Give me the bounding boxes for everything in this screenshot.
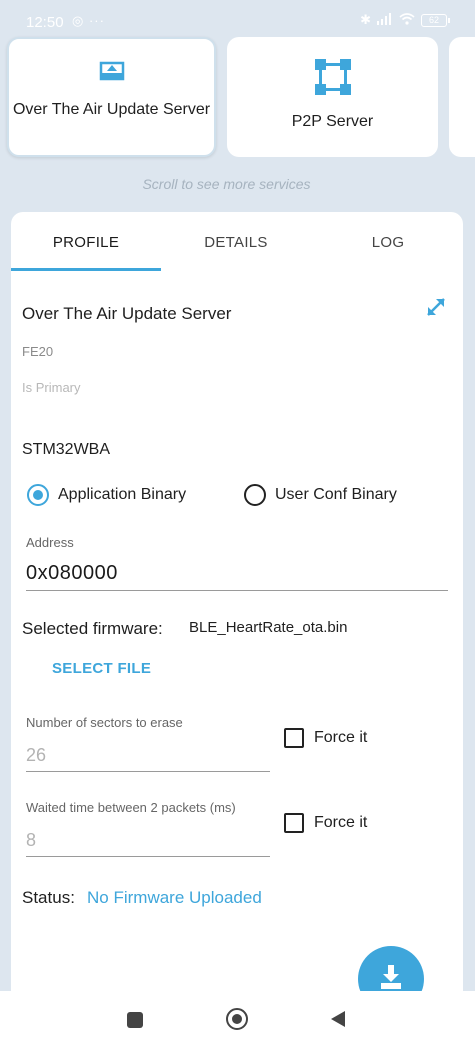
upload-tray-icon xyxy=(99,61,125,86)
service-uuid: FE20 xyxy=(22,344,54,359)
tab-log[interactable]: LOG xyxy=(313,234,463,251)
wait-time-underline xyxy=(26,856,270,857)
sectors-force-checkbox[interactable]: Force it xyxy=(284,728,367,748)
wait-time-input[interactable]: 8 xyxy=(26,830,36,851)
sectors-input[interactable]: 26 xyxy=(26,745,46,766)
system-nav-bar xyxy=(0,991,475,1043)
radio-label: User Conf Binary xyxy=(275,486,397,503)
scroll-hint: Scroll to see more services xyxy=(142,176,311,192)
address-underline xyxy=(26,590,448,591)
notification-icons: ◎ ··· xyxy=(72,13,105,28)
radio-unchecked-icon[interactable] xyxy=(244,484,266,506)
checkbox-icon[interactable] xyxy=(284,813,304,833)
service-card-label: P2P Server xyxy=(291,113,374,130)
status-label: Status: xyxy=(22,888,75,907)
sectors-label: Number of sectors to erase xyxy=(26,715,183,730)
wait-force-checkbox[interactable]: Force it xyxy=(284,813,367,833)
selected-firmware-name: BLE_HeartRate_ota.bin xyxy=(189,619,348,636)
back-icon[interactable] xyxy=(330,1010,346,1033)
status-bar: 12:50 ◎ ··· ✱ 62 xyxy=(0,0,475,40)
radio-user-conf-binary[interactable]: User Conf Binary xyxy=(244,484,397,506)
service-card-partial[interactable] xyxy=(449,37,475,157)
profile-panel: PROFILE DETAILS LOG Over The Air Update … xyxy=(11,212,463,1012)
radio-checked-icon[interactable] xyxy=(27,484,49,506)
p2p-nodes-icon xyxy=(314,59,351,100)
signal-icon xyxy=(377,12,393,28)
is-primary-label: Is Primary xyxy=(22,380,81,395)
selected-firmware-label: Selected firmware: xyxy=(22,619,163,638)
recents-icon[interactable] xyxy=(127,1012,143,1028)
service-card-p2p[interactable]: P2P Server xyxy=(227,37,438,157)
force-label: Force it xyxy=(314,729,368,746)
service-card-label: Over The Air Update Server xyxy=(12,101,211,118)
wifi-icon xyxy=(399,12,415,28)
radio-application-binary[interactable]: Application Binary xyxy=(27,484,186,506)
service-card-ota[interactable]: Over The Air Update Server xyxy=(7,37,216,157)
service-title: Over The Air Update Server xyxy=(22,304,232,323)
expand-icon[interactable] xyxy=(424,295,448,324)
sectors-underline xyxy=(26,771,270,772)
checkbox-icon[interactable] xyxy=(284,728,304,748)
select-file-button[interactable]: SELECT FILE xyxy=(52,660,151,677)
bluetooth-icon: ✱ xyxy=(360,12,371,27)
battery-icon: 62 xyxy=(421,13,450,27)
system-icons: ✱ 62 xyxy=(360,12,450,28)
status-value: No Firmware Uploaded xyxy=(87,888,262,907)
home-icon[interactable] xyxy=(226,1008,248,1030)
force-label: Force it xyxy=(314,814,368,831)
tab-details[interactable]: DETAILS xyxy=(161,234,311,251)
status-time: 12:50 xyxy=(26,14,64,31)
wait-time-label: Waited time between 2 packets (ms) xyxy=(26,800,236,815)
tab-indicator xyxy=(11,268,161,271)
address-input[interactable]: 0x080000 xyxy=(26,562,118,585)
board-name: STM32WBA xyxy=(22,441,111,458)
tab-profile[interactable]: PROFILE xyxy=(11,234,161,251)
radio-label: Application Binary xyxy=(58,486,187,503)
address-label: Address xyxy=(26,535,74,550)
